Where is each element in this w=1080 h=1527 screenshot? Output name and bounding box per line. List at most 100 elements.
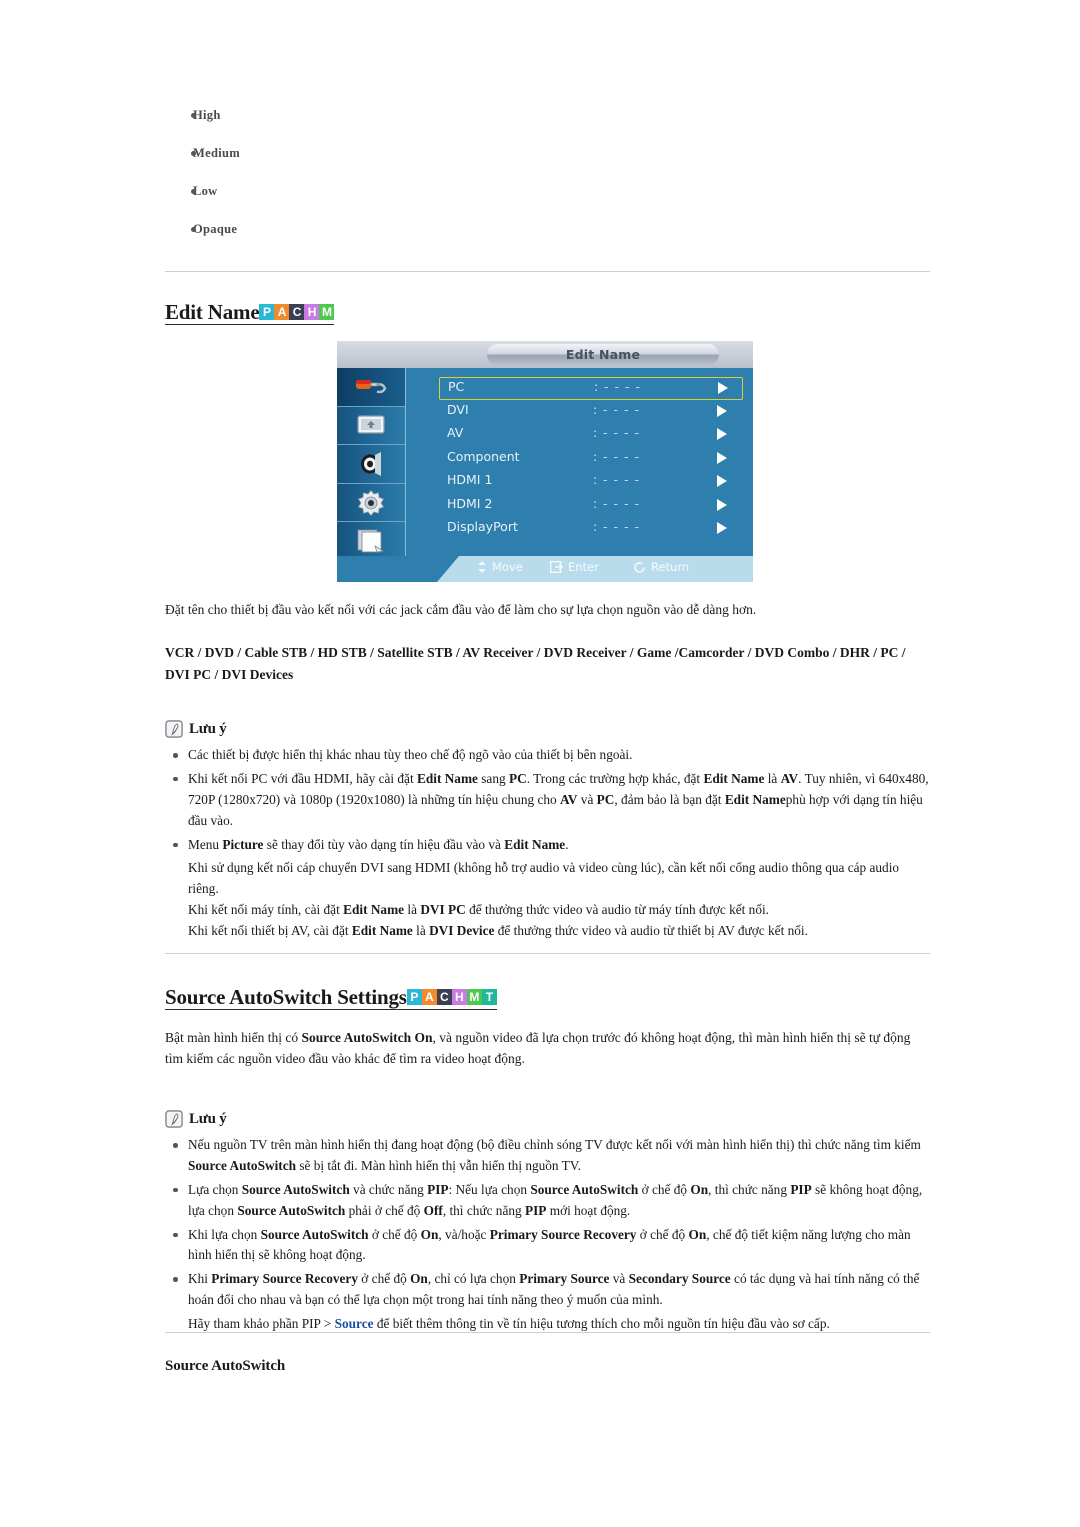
note-subtext: Khi kết nối thiết bị AV, cài đặt Edit Na…	[188, 923, 808, 938]
compat-badge-c: C	[289, 304, 305, 321]
osd-footer-move[interactable]: Move	[477, 560, 523, 574]
chevron-right-icon	[717, 475, 727, 487]
bullet-icon	[173, 1232, 178, 1237]
edit-name-device-list: VCR / DVD / Cable STB / HD STB / Satelli…	[165, 645, 906, 682]
source-autoswitch-heading-block: Source AutoSwitch Settings P A C H M T	[165, 983, 930, 1011]
picture-roller-icon	[356, 379, 387, 394]
osd-body: PC: - - - - DVI: - - - - AV: - - - - Component…	[337, 368, 753, 561]
option-label: Low	[193, 184, 218, 198]
sidebar-item-sound[interactable]	[337, 445, 405, 484]
option-label: Opaque	[193, 222, 238, 236]
chevron-right-icon	[717, 522, 727, 534]
osd-menu-row[interactable]: PC: - - - -	[439, 377, 743, 400]
bullet-icon	[173, 776, 178, 782]
note-item: Menu Picture sẽ thay đổi tùy vào dạng tí…	[165, 835, 930, 856]
osd-row-value: - - - -	[603, 401, 640, 417]
note-text: Menu Picture sẽ thay đổi tùy vào dạng tí…	[188, 836, 569, 852]
note-item: Nếu nguồn TV trên màn hình hiển thị đang…	[165, 1135, 930, 1177]
osd-menu-row[interactable]: DisplayPort: - - - -	[405, 517, 753, 541]
compat-badge-p: P	[406, 989, 422, 1006]
note-pen-icon	[165, 720, 183, 738]
compat-badge-t: T	[481, 989, 497, 1006]
chevron-right-icon	[717, 404, 727, 417]
source-autoswitch-description-block: Bật màn hình hiển thị có Source AutoSwit…	[165, 1028, 930, 1070]
osd-sidebar	[337, 368, 406, 561]
osd-row-label: DVI	[447, 401, 469, 417]
bullet-icon	[191, 189, 196, 194]
note-subtext: Khi sử dụng kết nối cáp chuyển DVI sang …	[188, 860, 900, 897]
bullet-icon	[173, 1187, 178, 1193]
edit-name-heading-block: Edit Name P A C H M	[165, 298, 930, 326]
chevron-right-icon	[718, 382, 728, 394]
bullet-icon	[173, 1277, 178, 1282]
list-item: Opaque	[165, 210, 930, 248]
osd-menu-row[interactable]: HDMI 1: - - - -	[405, 470, 753, 494]
note-item: Khi lựa chọn Source AutoSwitch ở chế độ …	[165, 1225, 930, 1267]
divider-2	[165, 953, 930, 954]
osd-footer-accent	[337, 556, 459, 582]
osd-row-colon: :	[593, 495, 598, 511]
osd-row-value: - - - -	[603, 519, 640, 534]
osd-menu-list: PC: - - - - DVI: - - - - AV: - - - - Component…	[405, 368, 753, 565]
note-list: Nếu nguồn TV trên màn hình hiển thị đang…	[165, 1135, 930, 1335]
options-list-block: High Medium Low Opaque	[165, 96, 930, 248]
compat-badge-p: P	[259, 304, 275, 321]
edit-name-device-list-block: VCR / DVD / Cable STB / HD STB / Satelli…	[165, 642, 930, 685]
osd-menu-row[interactable]: HDMI 2: - - - -	[405, 494, 753, 518]
osd-row-colon: :	[593, 448, 598, 464]
note-block-edit-name: Lưu ý Các thiết bị được hiển thị khác nh…	[165, 720, 930, 942]
bullet-icon	[173, 753, 178, 758]
note-label: Lưu ý	[189, 1111, 227, 1127]
note-item: Lựa chọn Source AutoSwitch và chức năng …	[165, 1180, 930, 1222]
compat-badge-c: C	[436, 989, 452, 1006]
bullet-icon	[191, 113, 196, 118]
screen-adjust-icon	[357, 415, 385, 435]
note-item: Các thiết bị được hiển thị khác nhau tùy…	[165, 745, 930, 766]
options-list: High Medium Low Opaque	[165, 96, 930, 248]
compat-badge-a: A	[421, 989, 437, 1006]
return-circle-icon	[634, 561, 645, 573]
subsection-title: Source AutoSwitch	[165, 1358, 286, 1374]
compat-badge-a: A	[274, 304, 290, 321]
osd-footer-return[interactable]: Return	[633, 560, 689, 574]
note-item: Khi Primary Source Recovery ở chế độ On,…	[165, 1269, 930, 1311]
osd-menu-row[interactable]: DVI: - - - -	[405, 400, 753, 424]
note-list: Các thiết bị được hiển thị khác nhau tùy…	[165, 745, 930, 942]
divider-3	[165, 1332, 930, 1333]
move-diamond-icon	[478, 561, 486, 573]
osd-row-colon: :	[593, 472, 598, 487]
note-pen-icon	[165, 1110, 183, 1128]
osd-window: Edit Name PC: - - - - DVI: - - - - AV …	[337, 341, 753, 582]
compat-badge-h: H	[304, 304, 320, 321]
note-block-source-autoswitch: Lưu ý Nếu nguồn TV trên màn hình hiển th…	[165, 1110, 930, 1335]
chevron-right-icon	[717, 451, 727, 464]
osd-row-label: DisplayPort	[447, 519, 518, 534]
note-header: Lưu ý	[165, 720, 930, 739]
osd-row-colon: :	[593, 425, 598, 440]
source-autoswitch-description: Bật màn hình hiển thị có Source AutoSwit…	[165, 1030, 911, 1066]
option-label: Medium	[193, 146, 240, 160]
osd-footer-enter[interactable]: Enter	[550, 560, 599, 574]
compat-badge-h: H	[451, 989, 467, 1006]
sidebar-item-screen[interactable]	[337, 407, 405, 446]
bullet-icon	[191, 151, 196, 156]
note-text: Các thiết bị được hiển thị khác nhau tùy…	[188, 747, 633, 762]
sidebar-item-picture[interactable]	[337, 368, 405, 407]
osd-row-label: AV	[447, 425, 464, 440]
osd-footer-move-label: Move	[492, 560, 523, 574]
bullet-icon	[173, 842, 178, 847]
osd-screenshot: Edit Name PC: - - - - DVI: - - - - AV …	[337, 341, 753, 582]
osd-footer-return-label: Return	[651, 560, 690, 574]
osd-menu-row[interactable]: AV: - - - -	[405, 423, 753, 447]
page-title: Edit Name P A C H M	[165, 298, 335, 326]
edit-name-title-text: Edit Name	[165, 300, 260, 324]
sidebar-item-setup[interactable]	[337, 484, 405, 523]
osd-row-colon: :	[593, 519, 598, 534]
document-page: High Medium Low Opaque Edit Name P A C H M	[0, 0, 1080, 1527]
note-text: Lựa chọn Source AutoSwitch và chức năng …	[188, 1181, 923, 1218]
chevron-right-icon	[717, 428, 727, 440]
osd-menu-row[interactable]: Component: - - - -	[405, 447, 753, 471]
list-item: High	[165, 96, 930, 134]
osd-row-label: HDMI 2	[447, 495, 493, 511]
note-text: Nếu nguồn TV trên màn hình hiển thị đang…	[188, 1137, 921, 1173]
